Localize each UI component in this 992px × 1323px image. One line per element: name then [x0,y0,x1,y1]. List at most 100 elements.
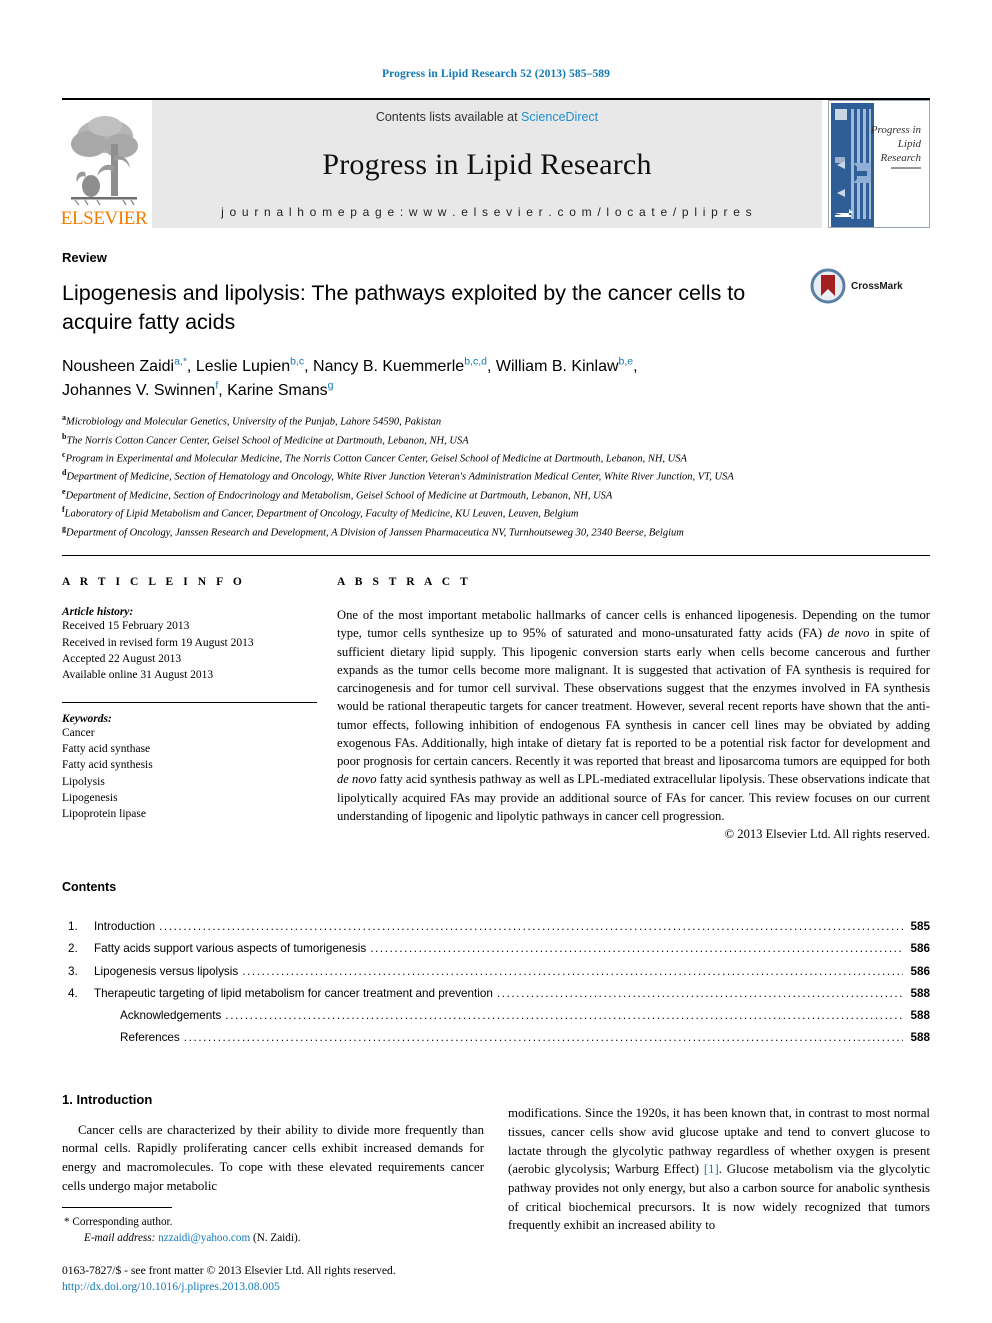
author-marks[interactable]: g [328,380,334,392]
toc-label[interactable]: Fatty acids support various aspects of t… [94,938,370,960]
author-marks[interactable]: b,c,d [464,356,487,368]
toc-row[interactable]: 1. Introduction ........................… [62,916,930,938]
toc-number: 3. [68,964,78,978]
paper-page: Progress in Lipid Research 52 (2013) 585… [0,0,992,1323]
toc-page-number: 588 [910,1031,930,1045]
affiliation-text: The Norris Cotton Cancer Center, Geisel … [66,435,469,447]
abstract-text: One of the most important metabolic hall… [337,606,930,825]
toc-leader-dots: ........................................… [159,920,903,934]
masthead-center-band: Contents lists available at ScienceDirec… [152,100,822,228]
affiliation-text: Program in Experimental and Molecular Me… [65,453,687,465]
author-sep: , [304,358,314,376]
affiliation-list: aMicrobiology and Molecular Genetics, Un… [62,412,930,541]
author-name: Johannes V. Swinnen [62,381,216,399]
toc-label[interactable]: Therapeutic targeting of lipid metabolis… [94,983,497,1005]
toc-leader-dots: ........................................… [183,1031,903,1045]
author-entry: Nousheen Zaidia,*, [62,356,196,376]
toc-page-number: 585 [910,920,930,934]
journal-cover-thumbnail: Progress in Lipid Research [828,100,930,228]
toc-row[interactable]: References .............................… [62,1027,930,1049]
author-name: Leslie Lupien [195,358,291,376]
svg-text:Progress in: Progress in [870,124,922,136]
toc-row[interactable]: 4. Therapeutic targeting of lipid metabo… [62,983,930,1005]
history-item: Received 15 February 2013 [62,620,190,633]
toc-label[interactable]: References [94,1027,184,1049]
imprint-line: 0163-7827/$ - see front matter © 2013 El… [62,1263,396,1277]
keyword-item: Lipolysis [62,775,105,788]
doi-link[interactable]: http://dx.doi.org/10.1016/j.plipres.2013… [62,1279,472,1295]
affiliation-item: fLaboratory of Lipid Metabolism and Canc… [62,504,930,522]
toc-row[interactable]: 3. Lipogenesis versus lipolysis ........… [62,961,930,983]
toc-number: 2. [68,942,78,956]
article-type: Review [62,250,107,265]
citation-ref-1[interactable]: [1] [704,1162,719,1176]
affiliation-text: Department of Medicine, Section of Hemat… [66,471,734,483]
introduction-heading: 1. Introduction [62,1091,153,1107]
author-marks[interactable]: b,c [290,356,304,368]
introduction-paragraph-left: Cancer cells are characterized by their … [62,1122,484,1193]
body-column-right: modifications. Since the 1920s, it has b… [508,1092,930,1248]
keyword-item: Lipogenesis [62,791,118,804]
abstract-part-2: in spite of sufficient dietary lipid sup… [337,626,930,769]
author-sep: , [486,358,496,376]
author-marks[interactable]: b,e [619,356,634,368]
abstract-label: A B S T R A C T [337,576,472,589]
author-sep: , [218,381,228,399]
keyword-item: Fatty acid synthesis [62,759,153,772]
keywords-list: Cancer Fatty acid synthase Fatty acid sy… [62,725,317,823]
introduction-paragraph-right: modifications. Since the 1920s, it has b… [508,1104,930,1235]
history-item: Available online 31 August 2013 [62,669,214,682]
elsevier-wordmark: ELSEVIER [60,208,148,229]
keywords-block: Keywords: Cancer Fatty acid synthase Fat… [62,701,317,823]
toc-label[interactable]: Introduction [94,916,159,938]
affiliation-item: aMicrobiology and Molecular Genetics, Un… [62,412,930,430]
article-header: Review Lipogenesis and lipolysis: The pa… [62,250,930,541]
author-name: William B. Kinlaw [495,358,619,376]
email-link[interactable]: nzzaidi@yahoo.com [158,1232,250,1244]
crossmark-label: CrossMark [851,280,903,292]
svg-text:Lipid: Lipid [897,138,922,150]
toc-leader-dots: ........................................… [496,986,903,1000]
toc-page-number: 586 [910,942,930,956]
elsevier-tree-icon [71,116,138,206]
toc-leader-dots: ........................................… [370,942,903,956]
info-abstract-section: A R T I C L E I N F O Article history: R… [62,555,930,842]
toc-number: 4. [68,986,78,1000]
toc-number: 1. [68,920,78,934]
affiliation-text: Department of Oncology, Janssen Research… [66,527,684,539]
email-label: E-mail address: [84,1232,156,1245]
toc-label[interactable]: Lipogenesis versus lipolysis [94,961,242,983]
author-name: Karine Smans [227,381,328,399]
author-list: Nousheen Zaidia,*, Leslie Lupienb,c, Nan… [62,355,930,402]
affiliation-item: gDepartment of Oncology, Janssen Researc… [62,523,930,541]
affiliation-text: Laboratory of Lipid Metabolism and Cance… [64,508,579,520]
email-suffix: (N. Zaidi). [250,1232,301,1245]
abstract-italic-1: de novo [827,626,870,641]
corresponding-author-mark: * [64,1216,70,1229]
crossmark-badge[interactable]: CrossMark [810,268,930,304]
journal-masthead: ELSEVIER Contents lists available at Sci… [60,98,930,229]
author-marks[interactable]: a,* [174,356,187,368]
toc-label[interactable]: Acknowledgements [94,1005,225,1027]
author-sep: , [633,358,638,376]
toc-row[interactable]: Acknowledgements .......................… [62,1005,930,1027]
author-entry: Leslie Lupienb,c, [195,356,314,376]
abstract-part-3: fatty acid synthesis pathway as well as … [337,772,931,823]
keyword-item: Fatty acid synthase [62,742,151,755]
footnote-rule [62,1207,172,1209]
journal-title: Progress in Lipid Research [322,147,652,181]
toc-row[interactable]: 2. Fatty acids support various aspects o… [62,938,930,960]
sciencedirect-link[interactable]: ScienceDirect [521,110,598,124]
cover-artwork: Progress in Lipid Research [829,101,929,227]
elsevier-logo: ELSEVIER [60,100,148,229]
journal-homepage[interactable]: j o u r n a l h o m e p a g e : w w w . … [221,205,753,219]
affiliation-text: Microbiology and Molecular Genetics, Uni… [66,416,442,428]
corresponding-author-note: * Corresponding author. [62,1214,472,1230]
toc-page-number: 588 [910,986,930,1000]
author-entry: William B. Kinlawb,e, [495,356,638,376]
author-sep: , [186,358,196,376]
affiliation-item: cProgram in Experimental and Molecular M… [62,449,930,467]
toc-page-number: 586 [910,964,930,978]
keyword-item: Lipoprotein lipase [62,808,146,821]
author-name: Nancy B. Kuemmerle [313,358,465,376]
